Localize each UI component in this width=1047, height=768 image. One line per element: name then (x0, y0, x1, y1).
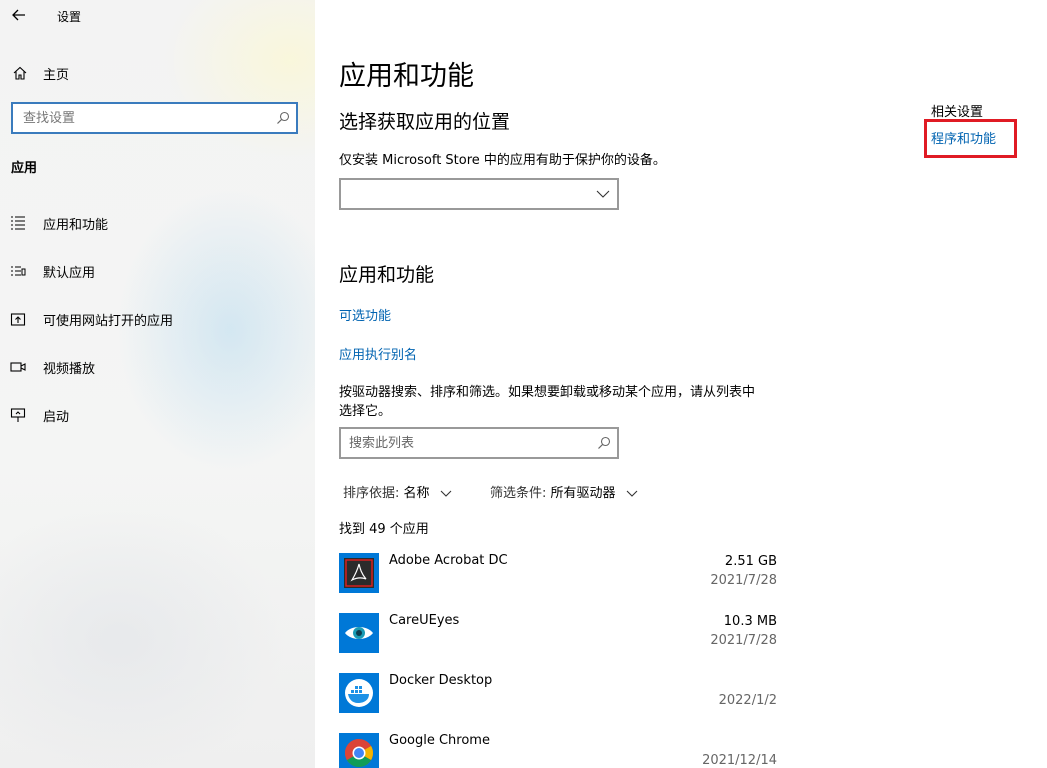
install-location-heading: 选择获取应用的位置 (339, 111, 511, 133)
open-in-app-icon (10, 313, 26, 326)
sidebar-item-label: 应用和功能 (43, 218, 109, 233)
app-list-item[interactable]: Adobe Acrobat DC 2.51 GB 2021/7/28 (339, 553, 779, 609)
app-execution-alias-link[interactable]: 应用执行别名 (339, 344, 417, 363)
home-icon (13, 66, 27, 80)
app-name: Adobe Acrobat DC (389, 553, 508, 568)
sort-by-dropdown[interactable]: 排序依据: 名称 (343, 482, 452, 501)
sidebar-item-video-playback[interactable]: 视频播放 (0, 349, 315, 385)
sort-value: 名称 (403, 486, 430, 501)
app-name: Google Chrome (389, 733, 490, 748)
acrobat-icon (339, 553, 379, 593)
window-title: 设置 (57, 10, 82, 24)
sidebar-item-default-apps[interactable]: 默认应用 (0, 253, 315, 289)
video-icon (10, 362, 26, 372)
app-install-date: 2021/12/14 (702, 753, 777, 768)
sidebar-item-label: 默认应用 (43, 266, 96, 281)
page-title: 应用和功能 (339, 61, 474, 92)
list-icon (11, 216, 25, 230)
apps-list-search-input[interactable] (341, 429, 581, 457)
app-name: CareUEyes (389, 613, 460, 628)
back-button[interactable] (8, 4, 30, 26)
app-list-item[interactable]: CareUEyes 10.3 MB 2021/7/28 (339, 613, 779, 669)
settings-search-input[interactable] (13, 104, 253, 132)
app-install-date: 2022/1/2 (718, 693, 777, 708)
sidebar-item-startup[interactable]: 启动 (0, 397, 315, 433)
apps-list-search-box[interactable] (339, 427, 619, 459)
app-install-date: 2021/7/28 (710, 573, 777, 588)
install-location-description: 仅安装 Microsoft Store 中的应用有助于保护你的设备。 (339, 153, 666, 168)
startup-icon (10, 408, 26, 422)
app-name: Docker Desktop (389, 673, 493, 688)
sidebar-item-apps-for-websites[interactable]: 可使用网站打开的应用 (0, 301, 315, 337)
search-icon[interactable] (276, 111, 290, 125)
main-content: 应用和功能 选择获取应用的位置 仅安装 Microsoft Store 中的应用… (315, 0, 1047, 768)
home-label: 主页 (43, 68, 70, 83)
home-nav-item[interactable]: 主页 (0, 57, 315, 89)
sidebar-item-label: 可使用网站打开的应用 (43, 314, 174, 329)
filter-label: 筛选条件: (490, 486, 547, 501)
chevron-down-icon (596, 190, 610, 198)
settings-search-box[interactable] (11, 102, 298, 134)
chevron-down-icon (440, 490, 452, 497)
optional-features-link[interactable]: 可选功能 (339, 305, 391, 324)
sidebar: 设置 主页 应用 应用和功能 默认应用 可使用网站打开的应用 (0, 0, 315, 768)
description-line: 按驱动器搜索、排序和筛选。如果想要卸载或移动某个应用，请从列表中 (339, 385, 756, 400)
description-line: 选择它。 (339, 404, 392, 419)
section-title: 应用 (11, 161, 38, 176)
sidebar-item-label: 启动 (43, 410, 70, 425)
install-location-dropdown[interactable] (339, 178, 619, 210)
app-list-item[interactable]: Google Chrome 2021/12/14 (339, 733, 779, 768)
apps-count-text: 找到 49 个应用 (339, 522, 429, 537)
related-settings-title: 相关设置 (931, 105, 984, 120)
title-bar: 设置 (0, 0, 315, 32)
default-apps-icon (11, 266, 26, 276)
programs-features-link[interactable]: 程序和功能 (931, 128, 996, 147)
search-icon[interactable] (597, 436, 611, 450)
eye-icon (339, 613, 379, 653)
chevron-down-icon (626, 490, 638, 497)
app-size: 10.3 MB (723, 614, 777, 629)
docker-icon (339, 673, 379, 713)
sidebar-item-apps-features[interactable]: 应用和功能 (0, 205, 315, 241)
filter-value: 所有驱动器 (550, 486, 616, 501)
chrome-icon (339, 733, 379, 768)
apps-features-heading: 应用和功能 (339, 264, 435, 286)
app-install-date: 2021/7/28 (710, 633, 777, 648)
filter-by-dropdown[interactable]: 筛选条件: 所有驱动器 (490, 482, 638, 501)
sort-label: 排序依据: (343, 486, 400, 501)
sidebar-item-label: 视频播放 (43, 362, 96, 377)
apps-list-description: 按驱动器搜索、排序和筛选。如果想要卸载或移动某个应用，请从列表中 选择它。 (339, 383, 755, 421)
app-size: 2.51 GB (724, 554, 777, 569)
app-list-item[interactable]: Docker Desktop 2022/1/2 (339, 673, 779, 729)
back-arrow-icon (12, 9, 25, 21)
